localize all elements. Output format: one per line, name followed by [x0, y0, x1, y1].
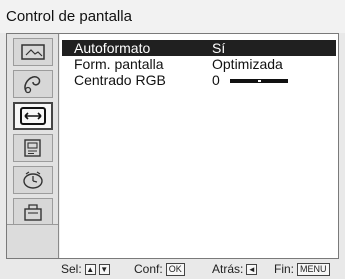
- footer-select: Sel: ▲ ▼: [61, 259, 110, 279]
- up-arrow-icon: ▲: [84, 263, 96, 275]
- select-label: Sel:: [61, 262, 82, 276]
- sidebar-empty-slot: [7, 224, 58, 258]
- row-label: Centrado RGB: [74, 72, 166, 88]
- settings-icon: [24, 204, 42, 221]
- sound-icon: [24, 76, 41, 94]
- footer-help: Sel: ▲ ▼ Conf: OK Atrás: ◄ Fin: MENU: [0, 259, 345, 279]
- timer-icon: [23, 171, 43, 189]
- ok-key-icon: OK: [165, 262, 185, 276]
- footer-confirm: Conf: OK: [134, 259, 185, 279]
- menu-key-icon: MENU: [297, 262, 330, 276]
- sidebar-item-settings[interactable]: [13, 198, 53, 226]
- footer-exit: Fin: MENU: [274, 259, 330, 279]
- rgb-centering-slider[interactable]: [230, 79, 288, 83]
- menu-content: Autoformato Sí Form. pantalla Optimizada…: [60, 34, 338, 258]
- channel-setup-icon: [24, 139, 41, 157]
- menu-row-autoformato[interactable]: Autoformato Sí: [62, 40, 336, 56]
- menu-frame: Autoformato Sí Form. pantalla Optimizada…: [6, 33, 339, 259]
- sidebar-item-picture[interactable]: [13, 38, 53, 66]
- window-title: Control de pantalla: [0, 0, 345, 33]
- footer-back: Atrás: ◄: [212, 259, 258, 279]
- slider-marker: [258, 80, 261, 82]
- menu-row-centrado-rgb[interactable]: Centrado RGB 0: [62, 72, 336, 88]
- row-label: Form. pantalla: [74, 56, 164, 72]
- row-label: Autoformato: [74, 40, 151, 56]
- sidebar-item-screen-control[interactable]: [13, 102, 53, 130]
- back-label: Atrás:: [212, 262, 244, 276]
- category-sidebar: [7, 34, 59, 258]
- sidebar-item-timer[interactable]: [13, 166, 53, 194]
- sidebar-item-channel-setup[interactable]: [13, 134, 53, 162]
- row-value: Sí: [212, 40, 226, 56]
- down-arrow-icon: ▼: [98, 263, 110, 275]
- menu-row-form-pantalla[interactable]: Form. pantalla Optimizada: [62, 56, 336, 72]
- left-arrow-icon: ◄: [246, 263, 258, 275]
- screen-control-icon: [20, 107, 46, 125]
- picture-icon: [21, 44, 45, 60]
- row-value: 0: [212, 72, 220, 88]
- row-value: Optimizada: [212, 56, 283, 72]
- exit-label: Fin:: [274, 262, 295, 276]
- sidebar-item-sound[interactable]: [13, 70, 53, 98]
- confirm-label: Conf:: [134, 262, 163, 276]
